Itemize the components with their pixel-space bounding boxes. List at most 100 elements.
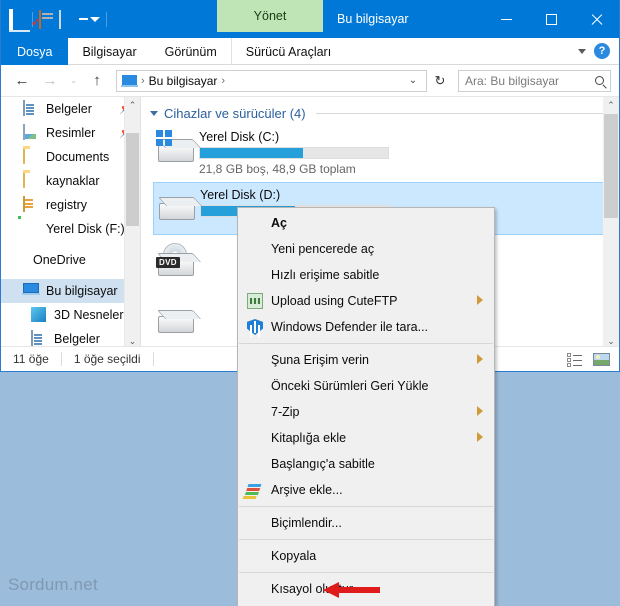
context-menu-item[interactable]: Şuna Erişim verin: [238, 347, 494, 373]
context-menu-item-label: Hızlı erişime sabitle: [271, 268, 380, 282]
up-button[interactable]: ↑: [84, 68, 110, 94]
sidebar-item-belgeler[interactable]: Belgeler 📌: [1, 97, 140, 121]
content-pane-scrollbar[interactable]: ⌃ ⌄: [603, 97, 619, 350]
context-menu-item[interactable]: Arşive ekle...: [238, 477, 494, 503]
tab-bilgisayar-label: Bilgisayar: [82, 44, 137, 59]
group-header-devices-and-drives[interactable]: Cihazlar ve sürücüler (4): [141, 97, 619, 121]
window-title-label: Bu bilgisayar: [337, 12, 409, 26]
context-menu-item-label: Önceki Sürümleri Geri Yükle: [271, 379, 429, 393]
context-menu-item[interactable]: Aç: [238, 210, 494, 236]
refresh-icon: ↻: [434, 72, 446, 88]
window-controls: [484, 0, 619, 38]
scrollbar-thumb[interactable]: [126, 133, 139, 226]
tab-dosya-label: Dosya: [17, 44, 53, 59]
window-title: Bu bilgisayar: [337, 0, 409, 38]
submenu-chevron-icon: [477, 354, 483, 364]
tab-gorunum[interactable]: Görünüm: [151, 38, 231, 65]
drive-item-c[interactable]: Yerel Disk (C:) 21,8 GB boş, 48,9 GB top…: [153, 125, 609, 178]
sidebar-item-bu-bilgisayar[interactable]: Bu bilgisayar: [1, 279, 140, 303]
sidebar-item-yerel-disk-f[interactable]: Yerel Disk (F:): [1, 216, 140, 241]
document-icon: [23, 100, 41, 117]
forward-button[interactable]: →: [37, 68, 63, 94]
customize-qat-dropdown-icon[interactable]: [79, 16, 100, 22]
maximize-button[interactable]: [529, 0, 574, 38]
drive-name-label: Yerel Disk (C:): [199, 130, 280, 144]
collapse-group-chevron-icon[interactable]: [150, 111, 158, 116]
context-menu-item-label: Kopyala: [271, 549, 317, 563]
context-menu-item-label: Yeni pencerede aç: [271, 242, 375, 256]
drive-name-label: [199, 244, 202, 258]
sidebar-item-registry[interactable]: registry: [1, 193, 140, 217]
navigation-pane: Belgeler 📌 Resimler 📌 Documents kaynakla…: [1, 97, 140, 350]
context-menu-item[interactable]: Başlangıç'a sabitle: [238, 451, 494, 477]
drive-usage-bar: [199, 147, 389, 159]
toolbar-divider-2: [106, 11, 107, 27]
sidebar-item-kaynaklar[interactable]: kaynaklar: [1, 169, 140, 193]
search-input[interactable]: Ara: Bu bilgisayar: [465, 74, 595, 88]
sidebar-item-onedrive[interactable]: OneDrive: [1, 248, 140, 272]
sidebar-item-resimler[interactable]: Resimler 📌: [1, 121, 140, 145]
context-menu-item[interactable]: Windows Defender ile tara...: [238, 314, 494, 340]
breadcrumb-separator-1[interactable]: ›: [221, 75, 225, 87]
tab-dosya[interactable]: Dosya: [1, 38, 69, 65]
ribbon-tab-bar: Dosya Bilgisayar Görünüm Sürücü Araçları…: [1, 38, 619, 65]
expand-ribbon-chevron-icon[interactable]: [578, 48, 586, 54]
breadcrumb-bar[interactable]: › Bu bilgisayar › ⌄: [116, 69, 427, 92]
search-icon: [595, 76, 604, 85]
document-icon: [31, 330, 49, 347]
submenu-chevron-icon: [477, 295, 483, 305]
manage-tab-label: Yönet: [253, 9, 287, 23]
scroll-up-icon[interactable]: ⌃: [125, 97, 140, 114]
sidebar-item-documents[interactable]: Documents: [1, 145, 140, 169]
help-icon[interactable]: ?: [594, 43, 610, 59]
context-menu-separator: [239, 343, 493, 344]
this-pc-icon[interactable]: [9, 8, 26, 30]
context-menu-item-label: 7-Zip: [271, 405, 300, 419]
scroll-up-icon[interactable]: ⌃: [603, 97, 619, 114]
dvd-drive-icon: DVD: [153, 243, 199, 287]
details-view-icon[interactable]: [565, 350, 585, 368]
address-bar: ← → ⌄ ↑ › Bu bilgisayar › ⌄ ↻ Ara: Bu bi…: [1, 65, 619, 96]
context-menu-item[interactable]: 7-Zip: [238, 399, 494, 425]
close-button[interactable]: [574, 0, 619, 38]
recent-locations-button[interactable]: ⌄: [65, 68, 82, 94]
context-menu-item[interactable]: Kitaplığa ekle: [238, 425, 494, 451]
address-dropdown-icon[interactable]: ⌄: [402, 71, 424, 91]
context-menu-item[interactable]: Önceki Sürümleri Geri Yükle: [238, 373, 494, 399]
sidebar-item-label: Belgeler: [46, 102, 92, 116]
back-button[interactable]: ←: [9, 68, 35, 94]
desktop-background: ✓ Yönet Bu bilgisayar Dosya Bilgisayar G…: [0, 0, 620, 606]
refresh-button[interactable]: ↻: [429, 70, 451, 92]
context-menu-item[interactable]: Yeni pencerede aç: [238, 236, 494, 262]
new-folder-icon[interactable]: [59, 9, 76, 29]
scrollbar-thumb[interactable]: [604, 114, 618, 218]
minimize-button[interactable]: [484, 0, 529, 38]
sidebar-item-3d-nesneler[interactable]: 3D Nesneler: [1, 303, 140, 327]
red-arrow-annotation-icon: [323, 582, 380, 598]
sidebar-item-label: Bu bilgisayar: [46, 284, 118, 298]
context-menu-item[interactable]: Yeniden adlandır: [238, 602, 494, 606]
large-icons-view-icon[interactable]: [591, 350, 611, 368]
tab-surucu-araclari[interactable]: Sürücü Araçları: [230, 38, 345, 65]
status-divider-2: [152, 352, 154, 366]
this-pc-breadcrumb-icon: [121, 74, 138, 87]
defender-icon: [247, 319, 263, 335]
ribbon-right-controls: ?: [578, 38, 619, 64]
search-box[interactable]: Ara: Bu bilgisayar: [458, 69, 611, 92]
context-menu-item[interactable]: Kopyala: [238, 543, 494, 569]
view-mode-buttons: [565, 350, 619, 368]
context-menu-item[interactable]: Hızlı erişime sabitle: [238, 262, 494, 288]
cuteftp-icon: [247, 293, 263, 309]
manage-contextual-tab[interactable]: Yönet: [217, 0, 323, 32]
winrar-icon: [247, 482, 263, 498]
context-menu-item[interactable]: Biçimlendir...: [238, 510, 494, 536]
navigation-pane-scrollbar[interactable]: ⌃ ⌄: [124, 97, 140, 350]
context-menu-separator: [239, 572, 493, 573]
sidebar-item-label: OneDrive: [33, 253, 86, 267]
breadcrumb-item-this-pc[interactable]: Bu bilgisayar: [149, 74, 218, 88]
context-menu-item[interactable]: Upload using CuteFTP: [238, 288, 494, 314]
tab-bilgisayar[interactable]: Bilgisayar: [68, 38, 150, 65]
properties-icon[interactable]: ✓: [31, 9, 56, 29]
context-menu-separator: [239, 506, 493, 507]
